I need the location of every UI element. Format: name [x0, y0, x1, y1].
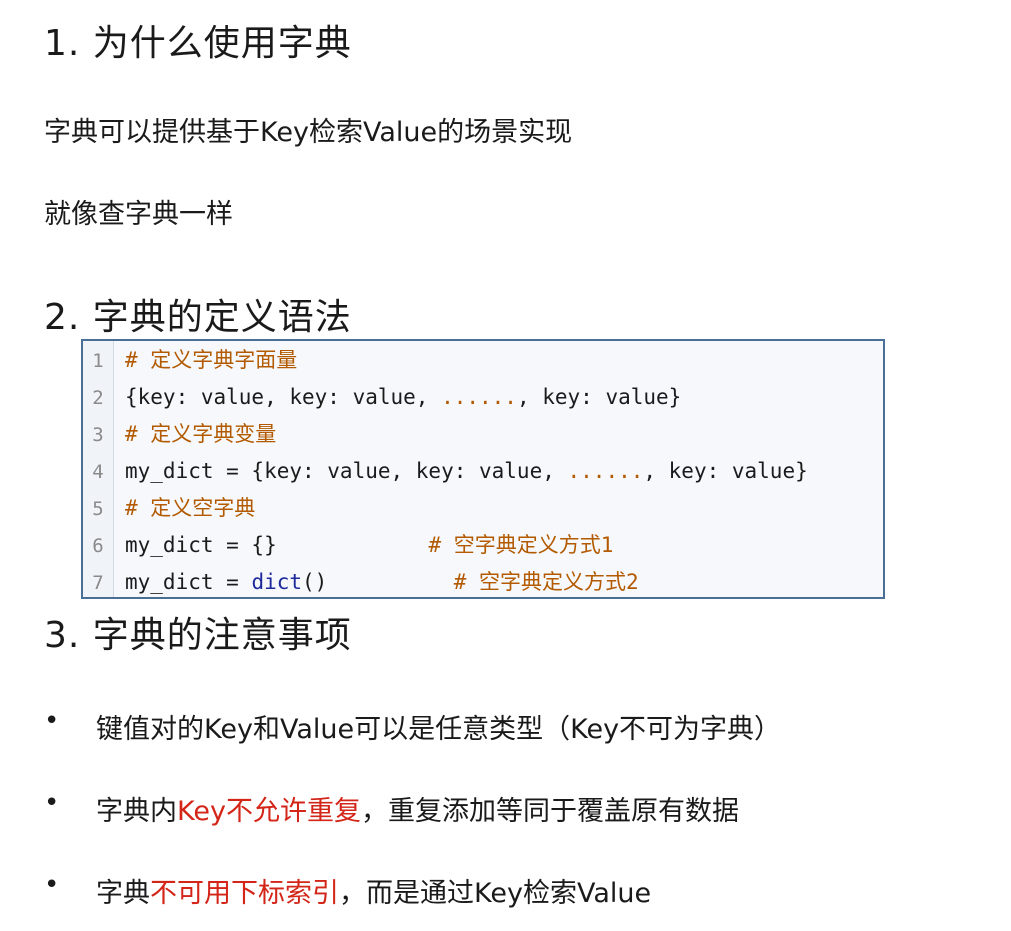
code-line: 1 # 定义字典字面量: [83, 342, 297, 379]
line-number: 5: [92, 498, 104, 520]
bullet-text: ，重复添加等同于覆盖原有数据: [360, 796, 739, 827]
code-token: (): [302, 570, 454, 594]
bullet-text: ，而是通过Key检索Value: [339, 878, 652, 909]
code-text: # 定义字典变量: [113, 416, 276, 453]
code-token: {key: value, key: value,: [125, 385, 442, 409]
code-builtin: dict: [251, 570, 303, 594]
code-line: 4 my_dict = {key: value, key: value, ....…: [83, 453, 808, 490]
line-number: 7: [92, 572, 104, 594]
code-token: my_dict = {key: value, key: value,: [125, 459, 568, 483]
code-comment: # 空字典定义方式2: [453, 570, 639, 594]
line-number: 1: [92, 350, 104, 372]
line-number: 3: [92, 424, 104, 446]
bullet-item: 键值对的Key和Value可以是任意类型（Key不可为字典）: [96, 707, 781, 746]
code-line: 2 {key: value, key: value, ......, key: v…: [83, 379, 681, 416]
code-line: 6 my_dict = {} # 空字典定义方式1: [83, 527, 613, 564]
code-comment: # 定义字典字面量: [125, 348, 298, 372]
bullet-dot: •: [44, 870, 60, 900]
code-token: , key: value}: [516, 385, 682, 409]
section1-line-1: 字典可以提供基于Key检索Value的场景实现: [44, 117, 573, 148]
bullet-item: 字典不可用下标索引，而是通过Key检索Value: [96, 871, 651, 910]
line-number: 4: [92, 461, 104, 483]
code-line: 3 # 定义字典变量: [83, 416, 276, 453]
code-text: my_dict = {key: value, key: value, .....…: [113, 453, 808, 490]
code-line: 7 my_dict = dict() # 空字典定义方式2: [83, 564, 639, 601]
code-token: my_dict = {}: [125, 533, 429, 557]
code-line: 5 # 定义空字典: [83, 490, 255, 527]
bullet-dot: •: [44, 706, 60, 736]
code-text: my_dict = dict() # 空字典定义方式2: [113, 564, 639, 601]
code-token: my_dict =: [125, 570, 252, 594]
code-token: , key: value}: [643, 459, 808, 483]
highlight-text: 不可用下标索引: [150, 878, 339, 909]
code-token: ......: [567, 459, 644, 483]
code-comment: # 定义字典变量: [125, 422, 277, 446]
bullet-item: 字典内Key不允许重复，重复添加等同于覆盖原有数据: [96, 789, 739, 828]
section1-line-2: 就像查字典一样: [44, 199, 233, 230]
bullet-text: 字典: [96, 878, 150, 909]
code-text: # 定义空字典: [113, 490, 255, 527]
highlight-text: Key不允许重复: [177, 796, 361, 827]
bullet-dot: •: [44, 788, 60, 818]
code-text: my_dict = {} # 空字典定义方式1: [113, 527, 613, 564]
section2-heading: 2. 字典的定义语法: [44, 297, 352, 338]
bullet-text: 字典内: [96, 796, 177, 827]
line-number: 2: [92, 387, 104, 409]
code-text: # 定义字典字面量: [113, 342, 297, 379]
code-token: ......: [441, 385, 517, 409]
code-comment: # 定义空字典: [125, 496, 256, 520]
code-block: 1 # 定义字典字面量 2 {key: value, key: value, ....…: [81, 339, 885, 599]
section3-heading: 3. 字典的注意事项: [44, 615, 352, 656]
section1-heading: 1. 为什么使用字典: [44, 23, 352, 64]
code-text: {key: value, key: value, ......, key: va…: [113, 379, 681, 416]
code-comment: # 空字典定义方式1: [428, 533, 614, 557]
line-number: 6: [92, 535, 104, 557]
bullet-text: 键值对的Key和Value可以是任意类型（Key不可为字典）: [96, 714, 782, 745]
